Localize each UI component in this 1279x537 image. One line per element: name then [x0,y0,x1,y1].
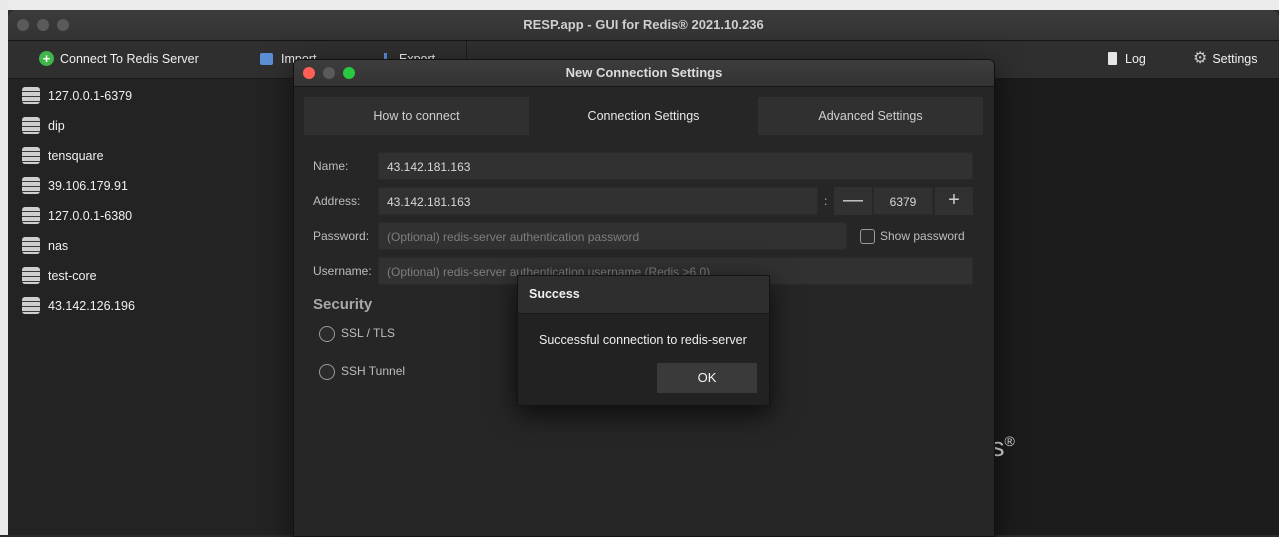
server-label: 127.0.0.1-6379 [48,89,133,103]
database-icon [22,266,40,284]
port-field[interactable]: 6379 [873,187,933,215]
plus-circle-icon: + [39,51,54,67]
log-button[interactable]: Log [1108,41,1146,78]
server-item[interactable]: tensquare [22,141,104,171]
message-title: Success [529,287,580,301]
port-decrement-button[interactable]: — [834,187,872,215]
success-message-box: Success Successful connection to redis-s… [517,275,770,406]
address-label: Address: [313,194,361,208]
log-label: Log [1125,52,1146,66]
connect-label: Connect To Redis Server [60,52,199,66]
server-item[interactable]: 43.142.126.196 [22,291,135,321]
server-label: 127.0.0.1-6380 [48,209,133,223]
name-field[interactable]: 43.142.181.163 [378,152,973,180]
ok-button[interactable]: OK [657,363,757,393]
database-icon [22,296,40,314]
ssl-tls-radio[interactable] [319,326,335,342]
tab-connection-settings[interactable]: Connection Settings [531,97,756,135]
show-password-label: Show password [880,229,965,243]
port-increment-button[interactable]: + [935,187,973,215]
server-label: dip [48,119,65,133]
dialog-titlebar: New Connection Settings [294,60,994,87]
dialog-title: New Connection Settings [565,65,723,80]
ssl-tls-label: SSL / TLS [341,326,396,340]
database-icon [22,86,40,104]
database-icon [22,176,40,194]
message-header: Success [518,276,769,314]
gear-icon: ⚙ [1193,49,1208,67]
server-label: nas [48,239,69,253]
connect-button[interactable]: + Connect To Redis Server [39,41,199,78]
security-section-title: Security [313,296,373,313]
address-port-separator: : [824,194,828,208]
window-title: RESP.app - GUI for Redis® 2021.10.236 [523,17,764,32]
server-label: test-core [48,269,97,283]
settings-label: Settings [1212,52,1258,66]
server-label: tensquare [48,149,104,163]
database-icon [22,206,40,224]
database-icon [22,146,40,164]
background-window-edge [0,0,8,535]
import-icon [260,52,273,65]
server-item[interactable]: dip [22,111,65,141]
server-item[interactable]: 127.0.0.1-6380 [22,201,132,231]
tab-advanced-settings[interactable]: Advanced Settings [758,97,983,135]
database-icon [22,116,40,134]
ssh-tunnel-label: SSH Tunnel [341,364,406,378]
server-item[interactable]: test-core [22,261,97,291]
password-label: Password: [313,229,370,243]
server-item[interactable]: nas [22,231,68,261]
server-label: 43.142.126.196 [48,299,135,313]
ssh-tunnel-radio[interactable] [319,364,335,380]
name-label: Name: [313,159,349,173]
show-password-checkbox[interactable] [860,229,875,244]
username-label: Username: [313,264,372,278]
desktop-background [0,0,1279,10]
message-text: Successful connection to redis-server [539,333,747,347]
address-field[interactable]: 43.142.181.163 [378,187,818,215]
window-titlebar: RESP.app - GUI for Redis® 2021.10.236 [8,10,1279,41]
clipboard-icon [1108,51,1117,65]
tab-how-to-connect[interactable]: How to connect [304,97,529,135]
server-item[interactable]: 39.106.179.91 [22,171,128,201]
password-field[interactable]: (Optional) redis-server authentication p… [378,222,847,250]
server-item[interactable]: 127.0.0.1-6379 [22,81,132,111]
settings-button[interactable]: ⚙ Settings [1193,41,1258,78]
server-label: 39.106.179.91 [48,179,128,193]
database-icon [22,236,40,254]
